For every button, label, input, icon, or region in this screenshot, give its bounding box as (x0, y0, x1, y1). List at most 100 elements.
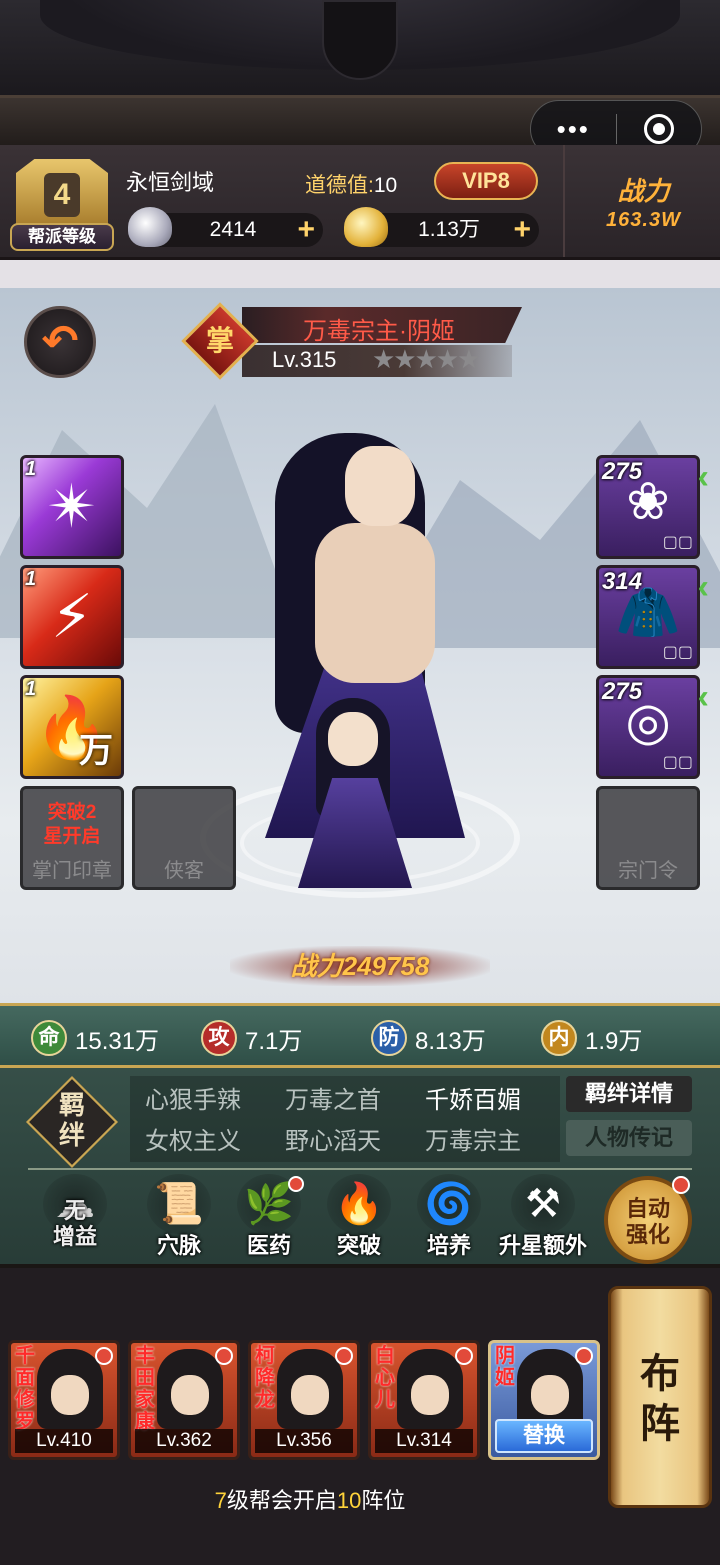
add-gold-button[interactable]: + (513, 213, 531, 247)
hero-card-name: 白心儿 (375, 1345, 395, 1411)
swap-hero-button[interactable]: 替换 (495, 1419, 593, 1453)
gem-slots: ▢▢ (662, 534, 693, 551)
silver-ingot-icon (128, 207, 172, 247)
morality-value: 10 (373, 174, 398, 197)
tip-level: 7 (214, 1488, 227, 1513)
hero-body (315, 523, 435, 683)
notification-dot (335, 1347, 353, 1365)
defense-stat: 防 8.13万 (371, 1018, 486, 1058)
medicine-label: 医药 (246, 1233, 291, 1258)
biography-button[interactable]: 人物传记 (566, 1120, 692, 1156)
acupoint-label: 穴脉 (156, 1233, 201, 1258)
add-silver-button[interactable]: + (297, 213, 315, 247)
guild-level-number: 4 (44, 173, 80, 217)
hero-avatar (277, 1349, 343, 1429)
upgrade-arrow-icon: ‹ (697, 458, 709, 496)
medicine-button[interactable]: 🌿 医药 (228, 1174, 310, 1264)
panel-divider (28, 1168, 692, 1170)
total-power-value: 163.3W (606, 209, 681, 231)
hero-card-name: 柯降龙 (255, 1345, 275, 1411)
fire-orb-icon: 🔥 (327, 1174, 391, 1234)
hp-value: 15.31万 (75, 1027, 160, 1055)
guest-slot[interactable]: 侠客 (132, 786, 236, 890)
notification-dot (95, 1347, 113, 1365)
skill-level: 1 (25, 568, 37, 590)
hero-card-name: 千面修罗 (15, 1345, 35, 1433)
bond-item: 万毒宗主 (425, 1128, 521, 1155)
morality-stat: 道德值:10 (305, 169, 397, 199)
roof-ornament (322, 0, 398, 80)
skill-slot-1[interactable]: ✴ 1 (20, 455, 124, 559)
notification-dot (575, 1347, 593, 1365)
hp-stat: 命 15.31万 (31, 1018, 159, 1058)
cultivate-label: 培养 (426, 1233, 471, 1258)
roster-hero-card-selected[interactable]: 阴姬 替换 (488, 1340, 600, 1460)
inner-power-stat: 内 1.9万 (541, 1018, 642, 1058)
roster-hero-card[interactable]: 柯降龙 Lv.356 (248, 1340, 360, 1460)
hero-chibi-model[interactable] (290, 698, 420, 888)
bond-item: 心狠手辣 (145, 1087, 241, 1114)
rank-char: 掌 (205, 325, 234, 356)
hero-card-level: Lv.362 (135, 1429, 233, 1453)
equipment-slot-1[interactable]: ❀ 275 ▢▢ ‹ (596, 455, 709, 559)
roster-hero-card[interactable]: 白心儿 Lv.314 (368, 1340, 480, 1460)
red-claw-skill-icon: ⚡ (50, 583, 94, 650)
gem-slots: ▢▢ (662, 754, 693, 771)
header-divider (0, 260, 720, 288)
hero-avatar (397, 1349, 463, 1429)
hero-card-name: 丰田家康 (135, 1345, 155, 1433)
bond-item: 万毒之首 (285, 1087, 381, 1114)
morality-label: 道德值: (305, 174, 374, 197)
chibi-face (328, 712, 378, 766)
cultivate-button[interactable]: 🌀 培养 (408, 1174, 490, 1264)
star-extra-button[interactable]: ⚒ 升星额外 (498, 1174, 588, 1264)
green-swirl-icon: 🌀 (417, 1174, 481, 1234)
breakthrough-button[interactable]: 🔥 突破 (318, 1174, 400, 1264)
inner-power-value: 1.9万 (585, 1027, 643, 1055)
notification-dot (215, 1347, 233, 1365)
no-buff-button[interactable]: ☁ 无增益 (34, 1174, 116, 1264)
tip-text-2: 阵位 (361, 1488, 406, 1513)
upgrade-arrow-icon: ‹ (697, 568, 709, 606)
gold-value: 1.13万 (418, 218, 480, 241)
gold-ingot-icon (344, 207, 388, 247)
skill-slot-3[interactable]: 🔥 1 万 (20, 675, 124, 779)
sect-token-slot[interactable]: 宗门令 (596, 786, 700, 890)
roster-hero-card[interactable]: 丰田家康 Lv.362 (128, 1340, 240, 1460)
upgrade-arrow-icon: ‹ (697, 678, 709, 716)
silver-value: 2414 (209, 218, 257, 241)
hero-level: Lv.315 (272, 347, 337, 372)
book-icon: 📜 (147, 1174, 211, 1234)
auto-enhance-button[interactable]: 自动 强化 (604, 1176, 692, 1264)
tip-text-1: 级帮会开启 (226, 1488, 337, 1513)
close-miniprogram-icon[interactable] (617, 114, 702, 144)
seal-slot[interactable]: 突破2 星开启 掌门印章 (20, 786, 124, 890)
guest-label: 侠客 (164, 860, 204, 882)
skill-slot-2[interactable]: ⚡ 1 (20, 565, 124, 669)
guild-level-label: 帮派等级 (10, 223, 114, 251)
bond-item-active: 千娇百媚 (425, 1087, 521, 1114)
hp-icon: 命 (31, 1020, 67, 1056)
star-extra-label: 升星额外 (498, 1233, 587, 1258)
bond-details-button[interactable]: 羁绊详情 (566, 1076, 692, 1112)
attack-stat: 攻 7.1万 (201, 1018, 302, 1058)
acupoint-button[interactable]: 📜 穴脉 (138, 1174, 220, 1264)
formation-button[interactable]: 布阵 (608, 1286, 712, 1508)
roster-hero-card[interactable]: 千面修罗 Lv.410 (8, 1340, 120, 1460)
hero-name-plate: 万毒宗主·阴姬 Lv.315 ★★★★★ 掌 (181, 302, 527, 380)
attack-value: 7.1万 (245, 1027, 303, 1055)
notification-dot (455, 1347, 473, 1365)
back-icon[interactable]: ↶ (24, 306, 96, 378)
anvil-icon: ⚒ (511, 1174, 575, 1234)
hero-card-level: Lv.356 (255, 1429, 353, 1453)
notification-dot (288, 1176, 304, 1192)
silver-counter: 2414 + (128, 207, 323, 247)
vip-badge[interactable]: VIP8 (434, 162, 538, 200)
hero-scene: ↶ 万毒宗主·阴姬 Lv.315 ★★★★★ 掌 ✴ 1 ⚡ 1 🔥 1 万 突… (0, 288, 720, 1003)
guild-level-badge[interactable]: 4 帮派等级 (10, 153, 114, 251)
equipment-slot-2[interactable]: 🧥 314 ▢▢ ‹ (596, 565, 709, 669)
hero-stats-bar: 命 15.31万 攻 7.1万 防 8.13万 内 1.9万 (0, 1003, 720, 1068)
equipment-slot-3[interactable]: ◎ 275 ▢▢ ‹ (596, 675, 709, 779)
total-power-label: 战力 (617, 176, 670, 206)
seal-label: 掌门印章 (32, 860, 112, 882)
